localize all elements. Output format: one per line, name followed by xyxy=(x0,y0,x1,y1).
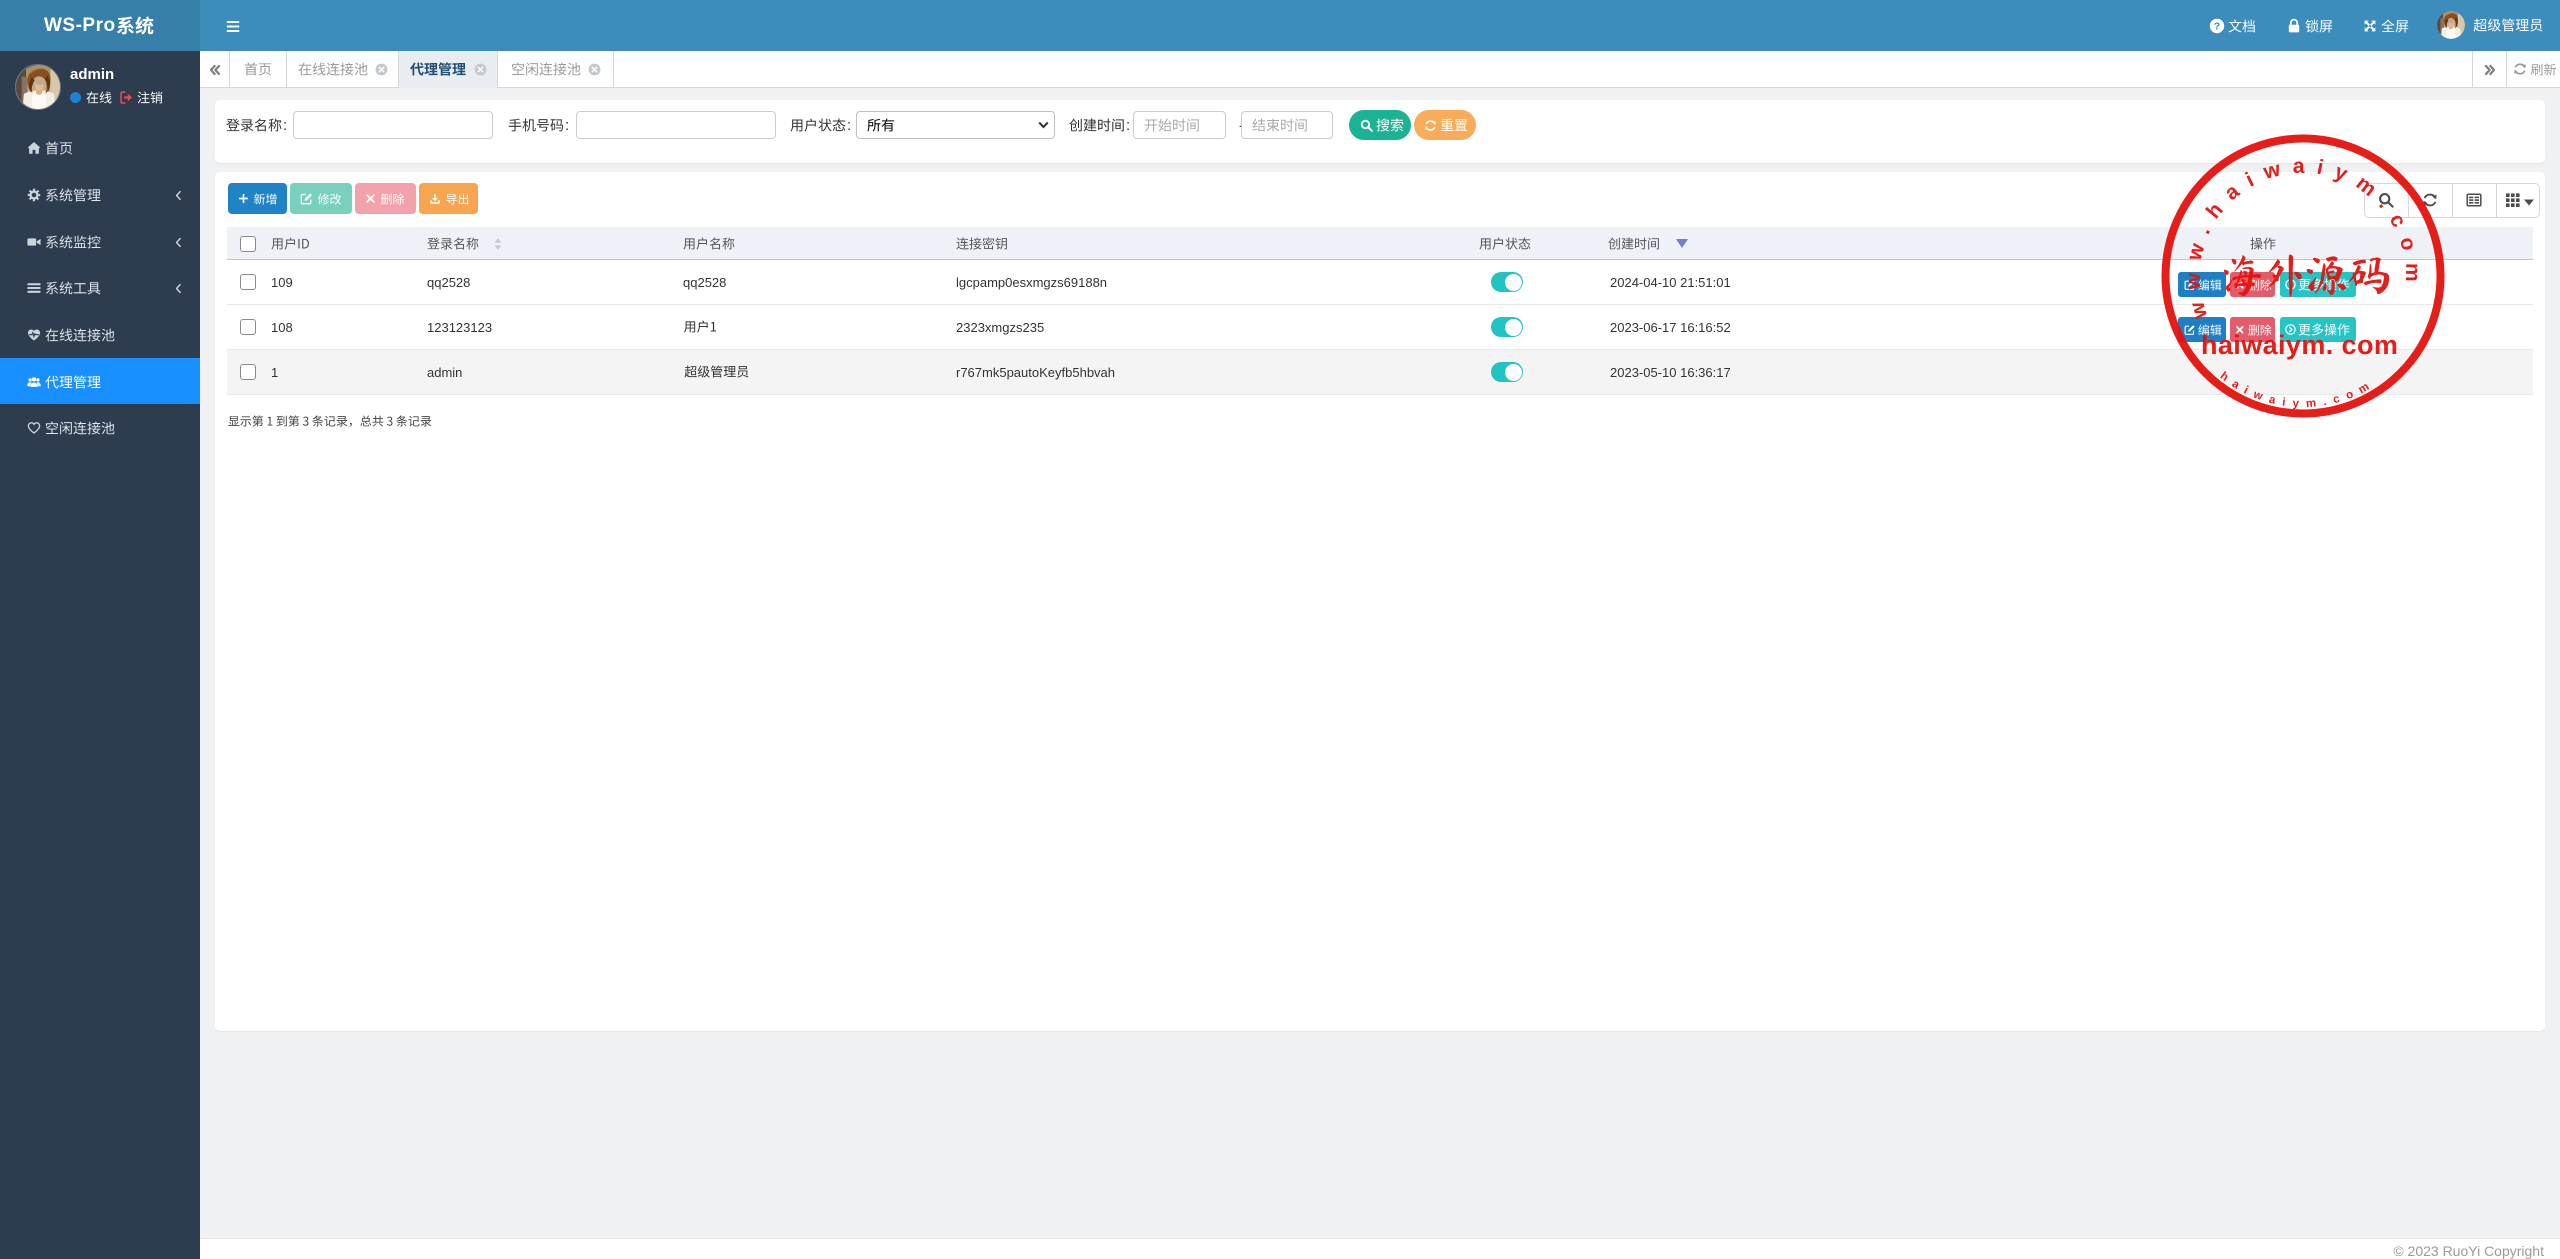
svg-text:?: ? xyxy=(2214,21,2220,33)
svg-text:www.haiwaiym.com: www.haiwaiym.com xyxy=(2182,155,2424,322)
